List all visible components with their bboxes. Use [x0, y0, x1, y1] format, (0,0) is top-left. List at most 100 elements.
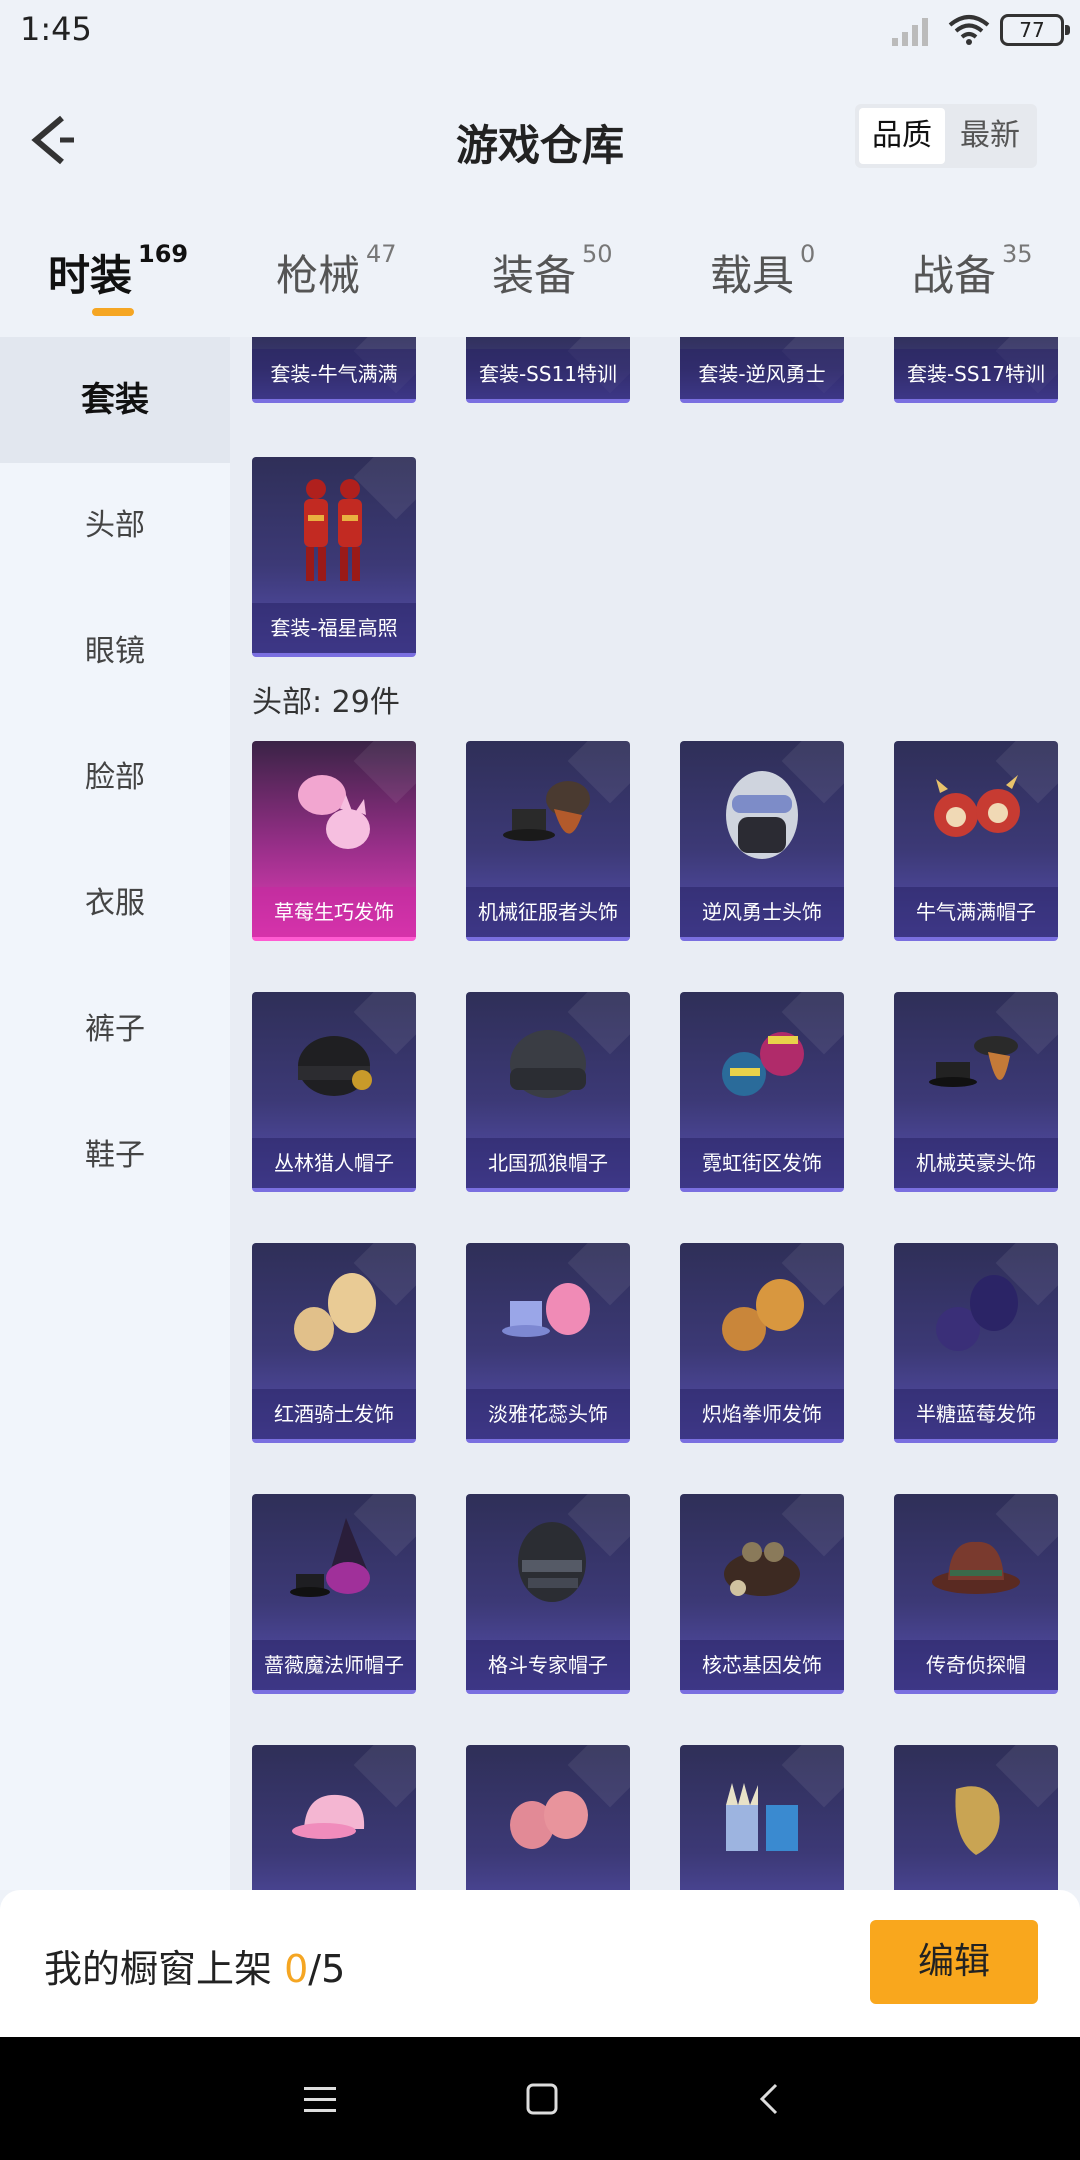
crown-icon	[726, 1783, 798, 1851]
item-label: 套装-SS17特训	[894, 349, 1058, 399]
item-card[interactable]: 蔷薇魔法师帽子	[252, 1494, 416, 1694]
item-card[interactable]: 机械征服者头饰	[466, 741, 630, 941]
hat-icon	[934, 775, 1020, 837]
sort-toggle: 品质 最新	[855, 104, 1037, 168]
sidebar-item-shoes[interactable]: 鞋子	[0, 1093, 230, 1219]
item-label: 淡雅花蕊头饰	[466, 1389, 630, 1439]
app-header: 游戏仓库 品质 最新	[0, 62, 1080, 212]
sidebar: 套装 头部 眼镜 脸部 衣服 裤子 鞋子	[0, 337, 230, 1890]
witch-hat-icon	[290, 1518, 370, 1597]
sort-latest-button[interactable]: 最新	[947, 108, 1033, 164]
helmet-icon	[518, 1522, 586, 1602]
menu-icon[interactable]	[294, 2073, 346, 2125]
tab-fashion[interactable]: 时装 169	[48, 240, 188, 303]
item-card[interactable]: 套装-逆风勇士	[680, 337, 844, 403]
active-tab-indicator	[92, 308, 134, 316]
status-bar: 1:45 77	[0, 0, 1080, 62]
beanie-icon	[510, 1030, 586, 1098]
hair-accessory-icon	[936, 1275, 1018, 1351]
item-card[interactable]	[894, 1745, 1058, 1890]
item-label: 套装-福星高照	[252, 603, 416, 653]
fedora-icon	[932, 1541, 1020, 1594]
item-label: 牛气满满帽子	[894, 887, 1058, 937]
item-card[interactable]	[466, 1745, 630, 1890]
hair-accessory-icon	[722, 1032, 804, 1096]
hair-accessory-icon	[294, 1273, 376, 1351]
top-hat-icon	[502, 1283, 590, 1337]
item-label: 机械英豪头饰	[894, 1138, 1058, 1188]
item-label: 套装-SS11特训	[466, 349, 630, 399]
sidebar-item-face[interactable]: 脸部	[0, 715, 230, 841]
hat-icon	[503, 781, 590, 841]
cap-icon	[298, 1036, 372, 1096]
helmet-icon	[726, 771, 798, 859]
sidebar-item-clothes[interactable]: 衣服	[0, 841, 230, 967]
item-card[interactable]: 套装-福星高照	[252, 457, 416, 657]
item-card[interactable]	[680, 1745, 844, 1890]
battery-icon: 77	[1000, 14, 1070, 46]
sidebar-item-glasses[interactable]: 眼镜	[0, 589, 230, 715]
showcase-panel: 我的橱窗上架 0/5 编辑	[0, 1890, 1080, 2037]
item-label: 丛林猎人帽子	[252, 1138, 416, 1188]
item-card[interactable]: 草莓生巧发饰	[252, 741, 416, 941]
system-nav-bar	[0, 2037, 1080, 2160]
hair-accessory-icon	[510, 1791, 588, 1849]
item-card[interactable]: 套装-SS17特训	[894, 337, 1058, 403]
status-time: 1:45	[20, 10, 92, 48]
showcase-count: 0	[284, 1947, 309, 1991]
item-card[interactable]	[252, 1745, 416, 1890]
back-icon[interactable]	[744, 2073, 796, 2125]
hair-accessory-icon	[955, 1786, 1000, 1855]
hat-icon	[929, 1036, 1018, 1087]
item-label: 草莓生巧发饰	[252, 887, 416, 937]
tab-vehicles[interactable]: 载具 0	[710, 240, 815, 303]
item-card[interactable]: 北国孤狼帽子	[466, 992, 630, 1192]
item-label: 套装-逆风勇士	[680, 349, 844, 399]
item-label: 炽焰拳师发饰	[680, 1389, 844, 1439]
home-icon[interactable]	[516, 2073, 568, 2125]
wifi-icon	[948, 15, 990, 45]
cap-icon	[292, 1794, 365, 1839]
suit-art-icon	[304, 479, 362, 581]
item-card[interactable]: 丛林猎人帽子	[252, 992, 416, 1192]
item-label: 传奇侦探帽	[894, 1640, 1058, 1690]
item-card[interactable]: 红酒骑士发饰	[252, 1243, 416, 1443]
item-label: 逆风勇士头饰	[680, 887, 844, 937]
item-card[interactable]: 核芯基因发饰	[680, 1494, 844, 1694]
tab-equipment[interactable]: 装备 50	[492, 240, 613, 303]
item-label: 机械征服者头饰	[466, 887, 630, 937]
item-card[interactable]: 半糖蓝莓发饰	[894, 1243, 1058, 1443]
showcase-status: 我的橱窗上架 0/5	[44, 1947, 346, 1991]
sidebar-item-suits[interactable]: 套装	[0, 337, 230, 463]
signal-icon	[892, 18, 928, 46]
category-tabs: 时装 169 枪械 47 装备 50 载具 0 战备 35	[0, 212, 1080, 337]
sidebar-item-pants[interactable]: 裤子	[0, 967, 230, 1093]
item-card[interactable]: 机械英豪头饰	[894, 992, 1058, 1192]
item-card[interactable]: 牛气满满帽子	[894, 741, 1058, 941]
item-label: 红酒骑士发饰	[252, 1389, 416, 1439]
item-card[interactable]: 淡雅花蕊头饰	[466, 1243, 630, 1443]
hair-accessory-icon	[722, 1279, 804, 1351]
item-label: 格斗专家帽子	[466, 1640, 630, 1690]
item-label: 核芯基因发饰	[680, 1640, 844, 1690]
item-card[interactable]: 逆风勇士头饰	[680, 741, 844, 941]
edit-button[interactable]: 编辑	[870, 1920, 1038, 2004]
item-label: 北国孤狼帽子	[466, 1138, 630, 1188]
item-card[interactable]: 霓虹街区发饰	[680, 992, 844, 1192]
item-grid: 套装-牛气满满 套装-SS11特训 套装-逆风勇士 套装-SS17特训 套装-福…	[230, 337, 1080, 1890]
item-label: 蔷薇魔法师帽子	[252, 1640, 416, 1690]
item-card[interactable]: 炽焰拳师发饰	[680, 1243, 844, 1443]
sort-quality-button[interactable]: 品质	[859, 108, 945, 164]
tab-guns[interactable]: 枪械 47	[276, 240, 397, 303]
item-card[interactable]: 传奇侦探帽	[894, 1494, 1058, 1694]
sidebar-item-head[interactable]: 头部	[0, 463, 230, 589]
item-card[interactable]: 套装-牛气满满	[252, 337, 416, 403]
item-card[interactable]: 套装-SS11特训	[466, 337, 630, 403]
goggles-icon	[724, 1542, 800, 1596]
item-label: 套装-牛气满满	[252, 349, 416, 399]
hair-accessory-icon	[298, 775, 370, 849]
item-label: 半糖蓝莓发饰	[894, 1389, 1058, 1439]
item-label: 霓虹街区发饰	[680, 1138, 844, 1188]
item-card[interactable]: 格斗专家帽子	[466, 1494, 630, 1694]
tab-supplies[interactable]: 战备 35	[912, 240, 1033, 303]
